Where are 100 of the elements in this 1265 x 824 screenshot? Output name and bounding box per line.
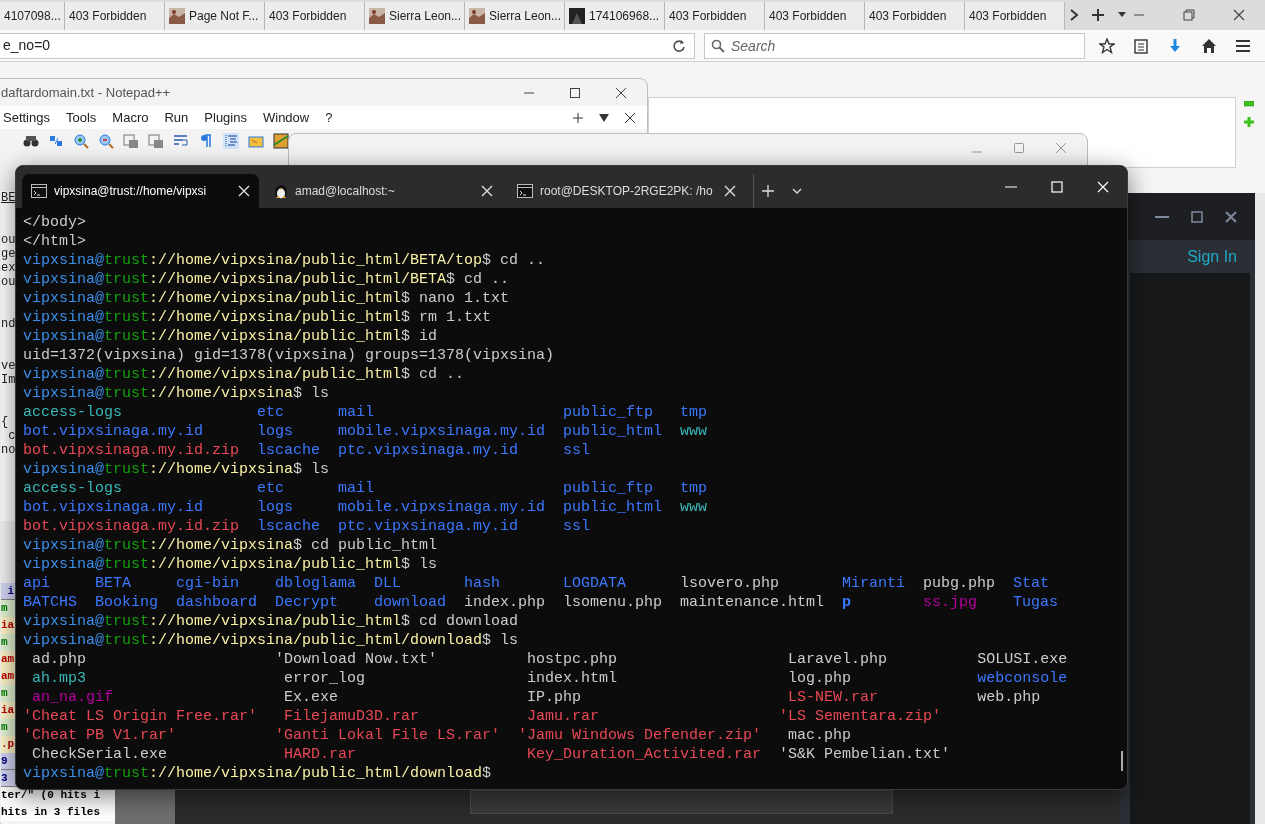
terminal-text: trust bbox=[104, 289, 150, 308]
file-name: SOLUSI.exe bbox=[977, 651, 1068, 668]
new-tab-icon[interactable] bbox=[1091, 8, 1105, 22]
scrollbar-thumb[interactable] bbox=[1121, 751, 1123, 771]
browser-tab[interactable]: Sierra Leon... bbox=[365, 2, 465, 30]
terminal-text: ://home/vipxsina/public_html/download bbox=[149, 631, 483, 650]
code-text: ou bbox=[1, 233, 15, 247]
file-name: lscache bbox=[257, 518, 321, 535]
file-name: public_ftp bbox=[563, 404, 654, 421]
browser-tab[interactable]: 403 Forbidden bbox=[865, 2, 965, 30]
browser-tab[interactable]: Sierra Leon... bbox=[465, 2, 565, 30]
terminal-text: $ id bbox=[401, 327, 438, 346]
file-name: www bbox=[680, 499, 708, 516]
file-name: ah.mp3 bbox=[31, 670, 86, 687]
terminal-text: vipxsina@ bbox=[23, 612, 104, 631]
browser-tab[interactable]: 4107098... bbox=[0, 2, 65, 30]
terminal-text: ://home/vipxsina/public_html/BETA/top bbox=[149, 251, 483, 270]
result-line: am bbox=[1, 653, 15, 665]
caret-down-icon[interactable] bbox=[599, 113, 609, 122]
pilcrow-icon[interactable] bbox=[198, 133, 214, 149]
download-icon[interactable] bbox=[1167, 37, 1183, 54]
clipboard-icon[interactable] bbox=[1133, 37, 1149, 54]
menu-item[interactable]: ? bbox=[325, 107, 333, 128]
zoom-out-icon[interactable] bbox=[98, 133, 114, 149]
menu-icon[interactable] bbox=[1235, 38, 1251, 53]
terminal-text: trust bbox=[104, 384, 150, 403]
terminal-text: $ cd public_html bbox=[293, 536, 438, 555]
file-name: FilejamuD3D.rar bbox=[283, 708, 420, 725]
reload-icon[interactable] bbox=[672, 38, 686, 53]
file-name: download bbox=[374, 594, 447, 611]
terminal-text: trust bbox=[104, 555, 150, 574]
restore-icon[interactable] bbox=[1183, 9, 1195, 21]
code-text: BE bbox=[1, 191, 15, 205]
close-icon[interactable] bbox=[1233, 9, 1245, 21]
menu-item[interactable]: Run bbox=[164, 107, 189, 128]
terminal-text: $ ls bbox=[293, 384, 330, 403]
terminal-text: trust bbox=[104, 536, 150, 555]
terminal-text: trust bbox=[104, 327, 150, 346]
terminal-text: $ ls bbox=[293, 460, 330, 479]
file-name: lsovero.php bbox=[680, 575, 780, 592]
file-name: bot.vipxsinaga.my.id bbox=[23, 423, 204, 440]
terminal-text: $ cd .. bbox=[401, 365, 465, 384]
search-field[interactable]: Search bbox=[704, 32, 1085, 59]
browser-tab[interactable]: 403 Forbidden bbox=[765, 2, 865, 30]
menu-item[interactable]: Window bbox=[262, 107, 310, 128]
folder-icon[interactable] bbox=[248, 133, 264, 149]
browser-tab[interactable]: 174106968... bbox=[565, 2, 665, 30]
terminal-tab[interactable]: vipxsina@trust://home/vipxsi bbox=[22, 174, 259, 208]
close-icon[interactable] bbox=[615, 86, 627, 99]
chevron-down-icon[interactable] bbox=[792, 188, 802, 194]
terminal-text: ://home/vipxsina/public_html/BETA bbox=[149, 270, 447, 289]
terminal-text: trust bbox=[104, 612, 150, 631]
maximize-icon[interactable] bbox=[569, 86, 581, 99]
result-line: m bbox=[1, 636, 8, 648]
terminal-text: uid=1372(vipxsina) gid=1378(vipxsina) groups=1378(vipxsina) bbox=[23, 346, 555, 365]
sign-in-link[interactable]: Sign In bbox=[1187, 245, 1237, 269]
browser-tab[interactable]: 403 Forbidden bbox=[265, 2, 365, 30]
file-name: mac.php bbox=[787, 727, 852, 744]
star-icon[interactable] bbox=[1099, 37, 1115, 54]
menu-item[interactable]: Settings bbox=[3, 107, 50, 128]
browser-tab[interactable]: 403 Forbidden bbox=[965, 2, 1065, 30]
file-name: Tugas bbox=[1013, 594, 1059, 611]
caret-down-icon[interactable] bbox=[1117, 11, 1127, 19]
terminal-tab[interactable]: root@DESKTOP-2RGE2PK: /ho bbox=[508, 174, 745, 208]
file-name: HARD.rar bbox=[283, 746, 357, 763]
browser-tab[interactable]: 403 Forbidden bbox=[665, 2, 765, 30]
result-line: m bbox=[1, 602, 8, 614]
browser-tab[interactable]: 403 Forbidden bbox=[65, 2, 165, 30]
file-name: BATCHS bbox=[23, 594, 77, 611]
close-icon[interactable] bbox=[625, 112, 635, 123]
file-name: lscache bbox=[257, 442, 321, 459]
browser-tab[interactable]: Page Not F... bbox=[165, 2, 265, 30]
file-name: 'LS Sementara.zip' bbox=[779, 708, 942, 725]
window-icon[interactable] bbox=[123, 133, 139, 149]
menu-item[interactable]: Macro bbox=[112, 107, 149, 128]
replace-icon[interactable] bbox=[48, 133, 64, 149]
menu-item[interactable]: Plugins bbox=[204, 107, 247, 128]
menu-item[interactable]: Tools bbox=[66, 107, 97, 128]
terminal-text: $ ls bbox=[401, 555, 438, 574]
file-name: dashboard bbox=[176, 594, 257, 611]
plus-icon[interactable] bbox=[573, 112, 583, 123]
file-name: ptc.vipxsinaga.my.id bbox=[338, 442, 519, 459]
file-name: hostpc.php bbox=[526, 651, 618, 668]
zoom-in-icon[interactable] bbox=[73, 133, 89, 149]
file-name: p bbox=[842, 594, 852, 611]
code-text: c bbox=[7, 429, 15, 443]
terminal-tab[interactable]: amad@localhost:~ bbox=[265, 174, 502, 208]
file-name: ssl bbox=[563, 518, 591, 535]
terminal-text: vipxsina@ bbox=[23, 555, 104, 574]
file-name: mail bbox=[338, 480, 375, 497]
chevron-right-icon[interactable] bbox=[1069, 8, 1079, 22]
window-icon[interactable] bbox=[148, 133, 164, 149]
window-title: daftardomain.txt - Notepad++ bbox=[1, 83, 171, 102]
indent-guide-icon[interactable] bbox=[223, 133, 239, 149]
wrap-icon[interactable] bbox=[173, 133, 189, 149]
binoculars-icon[interactable] bbox=[23, 133, 39, 149]
home-icon[interactable] bbox=[1201, 37, 1217, 54]
file-name: an_na.gif bbox=[31, 689, 113, 706]
address-field[interactable]: e_no=0 bbox=[0, 32, 695, 59]
maximize-icon[interactable] bbox=[1191, 210, 1203, 223]
